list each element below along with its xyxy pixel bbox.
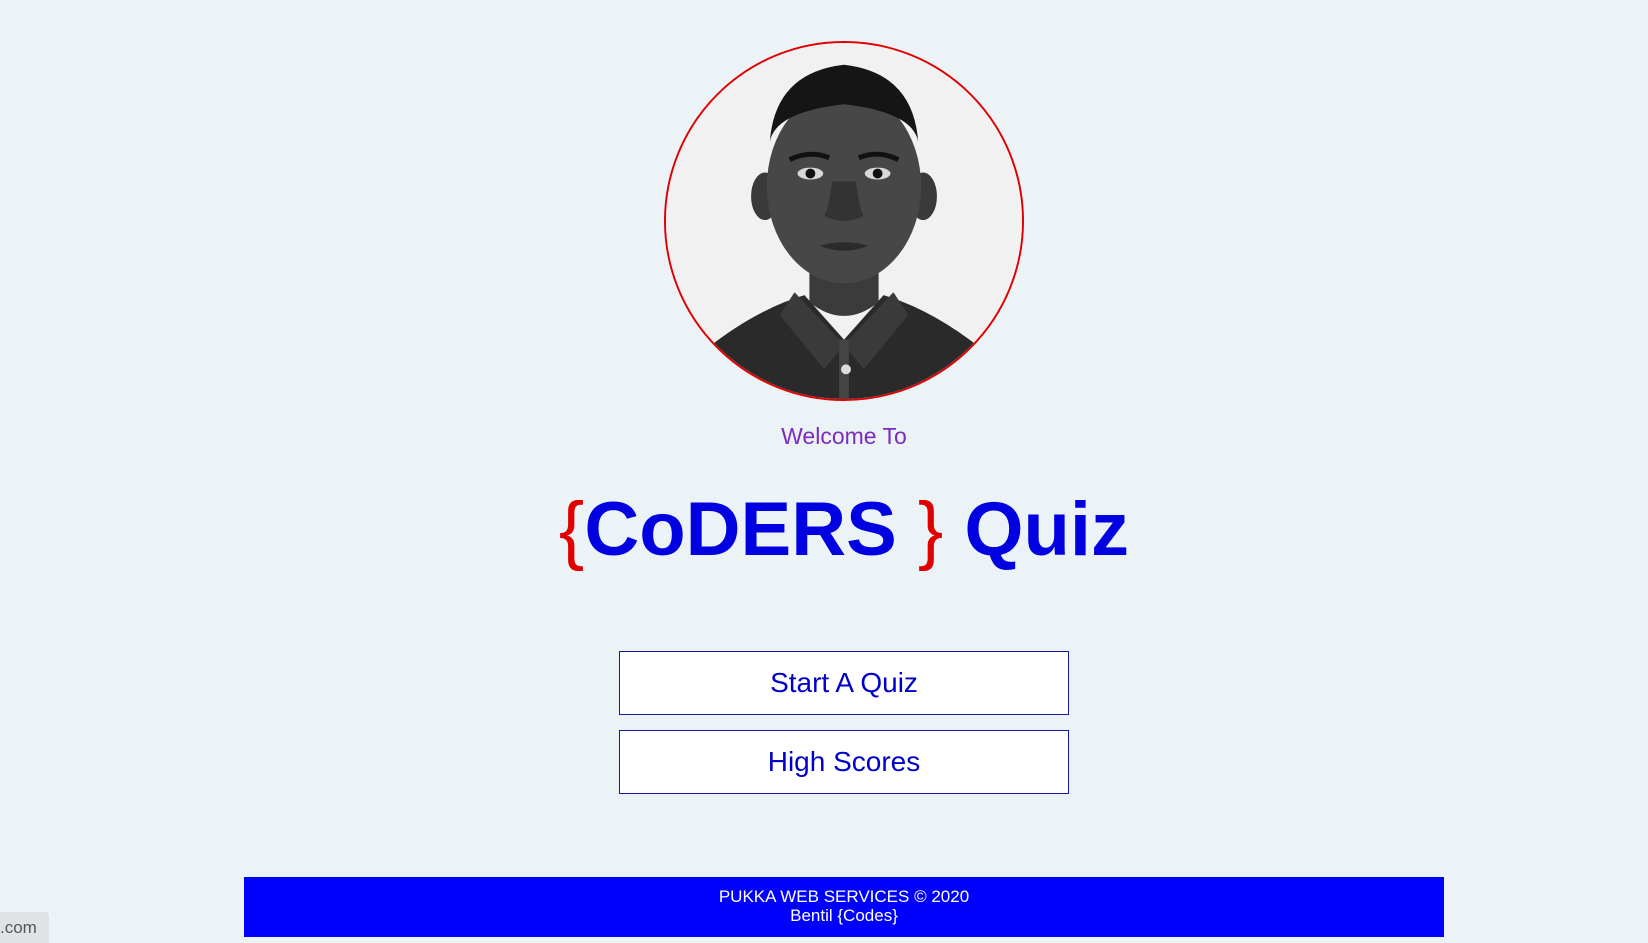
title-suffix: Quiz <box>943 487 1130 572</box>
status-bar-url: .com <box>0 912 49 943</box>
footer-copyright: PUKKA WEB SERVICES © 2020 <box>718 887 970 906</box>
high-scores-button[interactable]: High Scores <box>619 730 1069 794</box>
title-name: CoDERS <box>584 487 897 572</box>
profile-avatar <box>664 41 1024 401</box>
quiz-home-page: Welcome To {CoDERS } Quiz Start A Quiz H… <box>0 0 1648 943</box>
title-close-brace: } <box>896 487 944 572</box>
page-footer: PUKKA WEB SERVICES © 2020 Bentil {Codes} <box>244 877 1444 937</box>
profile-photo <box>666 43 1022 399</box>
start-quiz-button[interactable]: Start A Quiz <box>619 651 1069 715</box>
title-open-brace: { <box>558 487 585 572</box>
welcome-text: Welcome To <box>781 423 907 449</box>
footer-author: Bentil {Codes} <box>790 906 898 925</box>
app-title: {CoDERS } Quiz <box>0 488 1648 572</box>
